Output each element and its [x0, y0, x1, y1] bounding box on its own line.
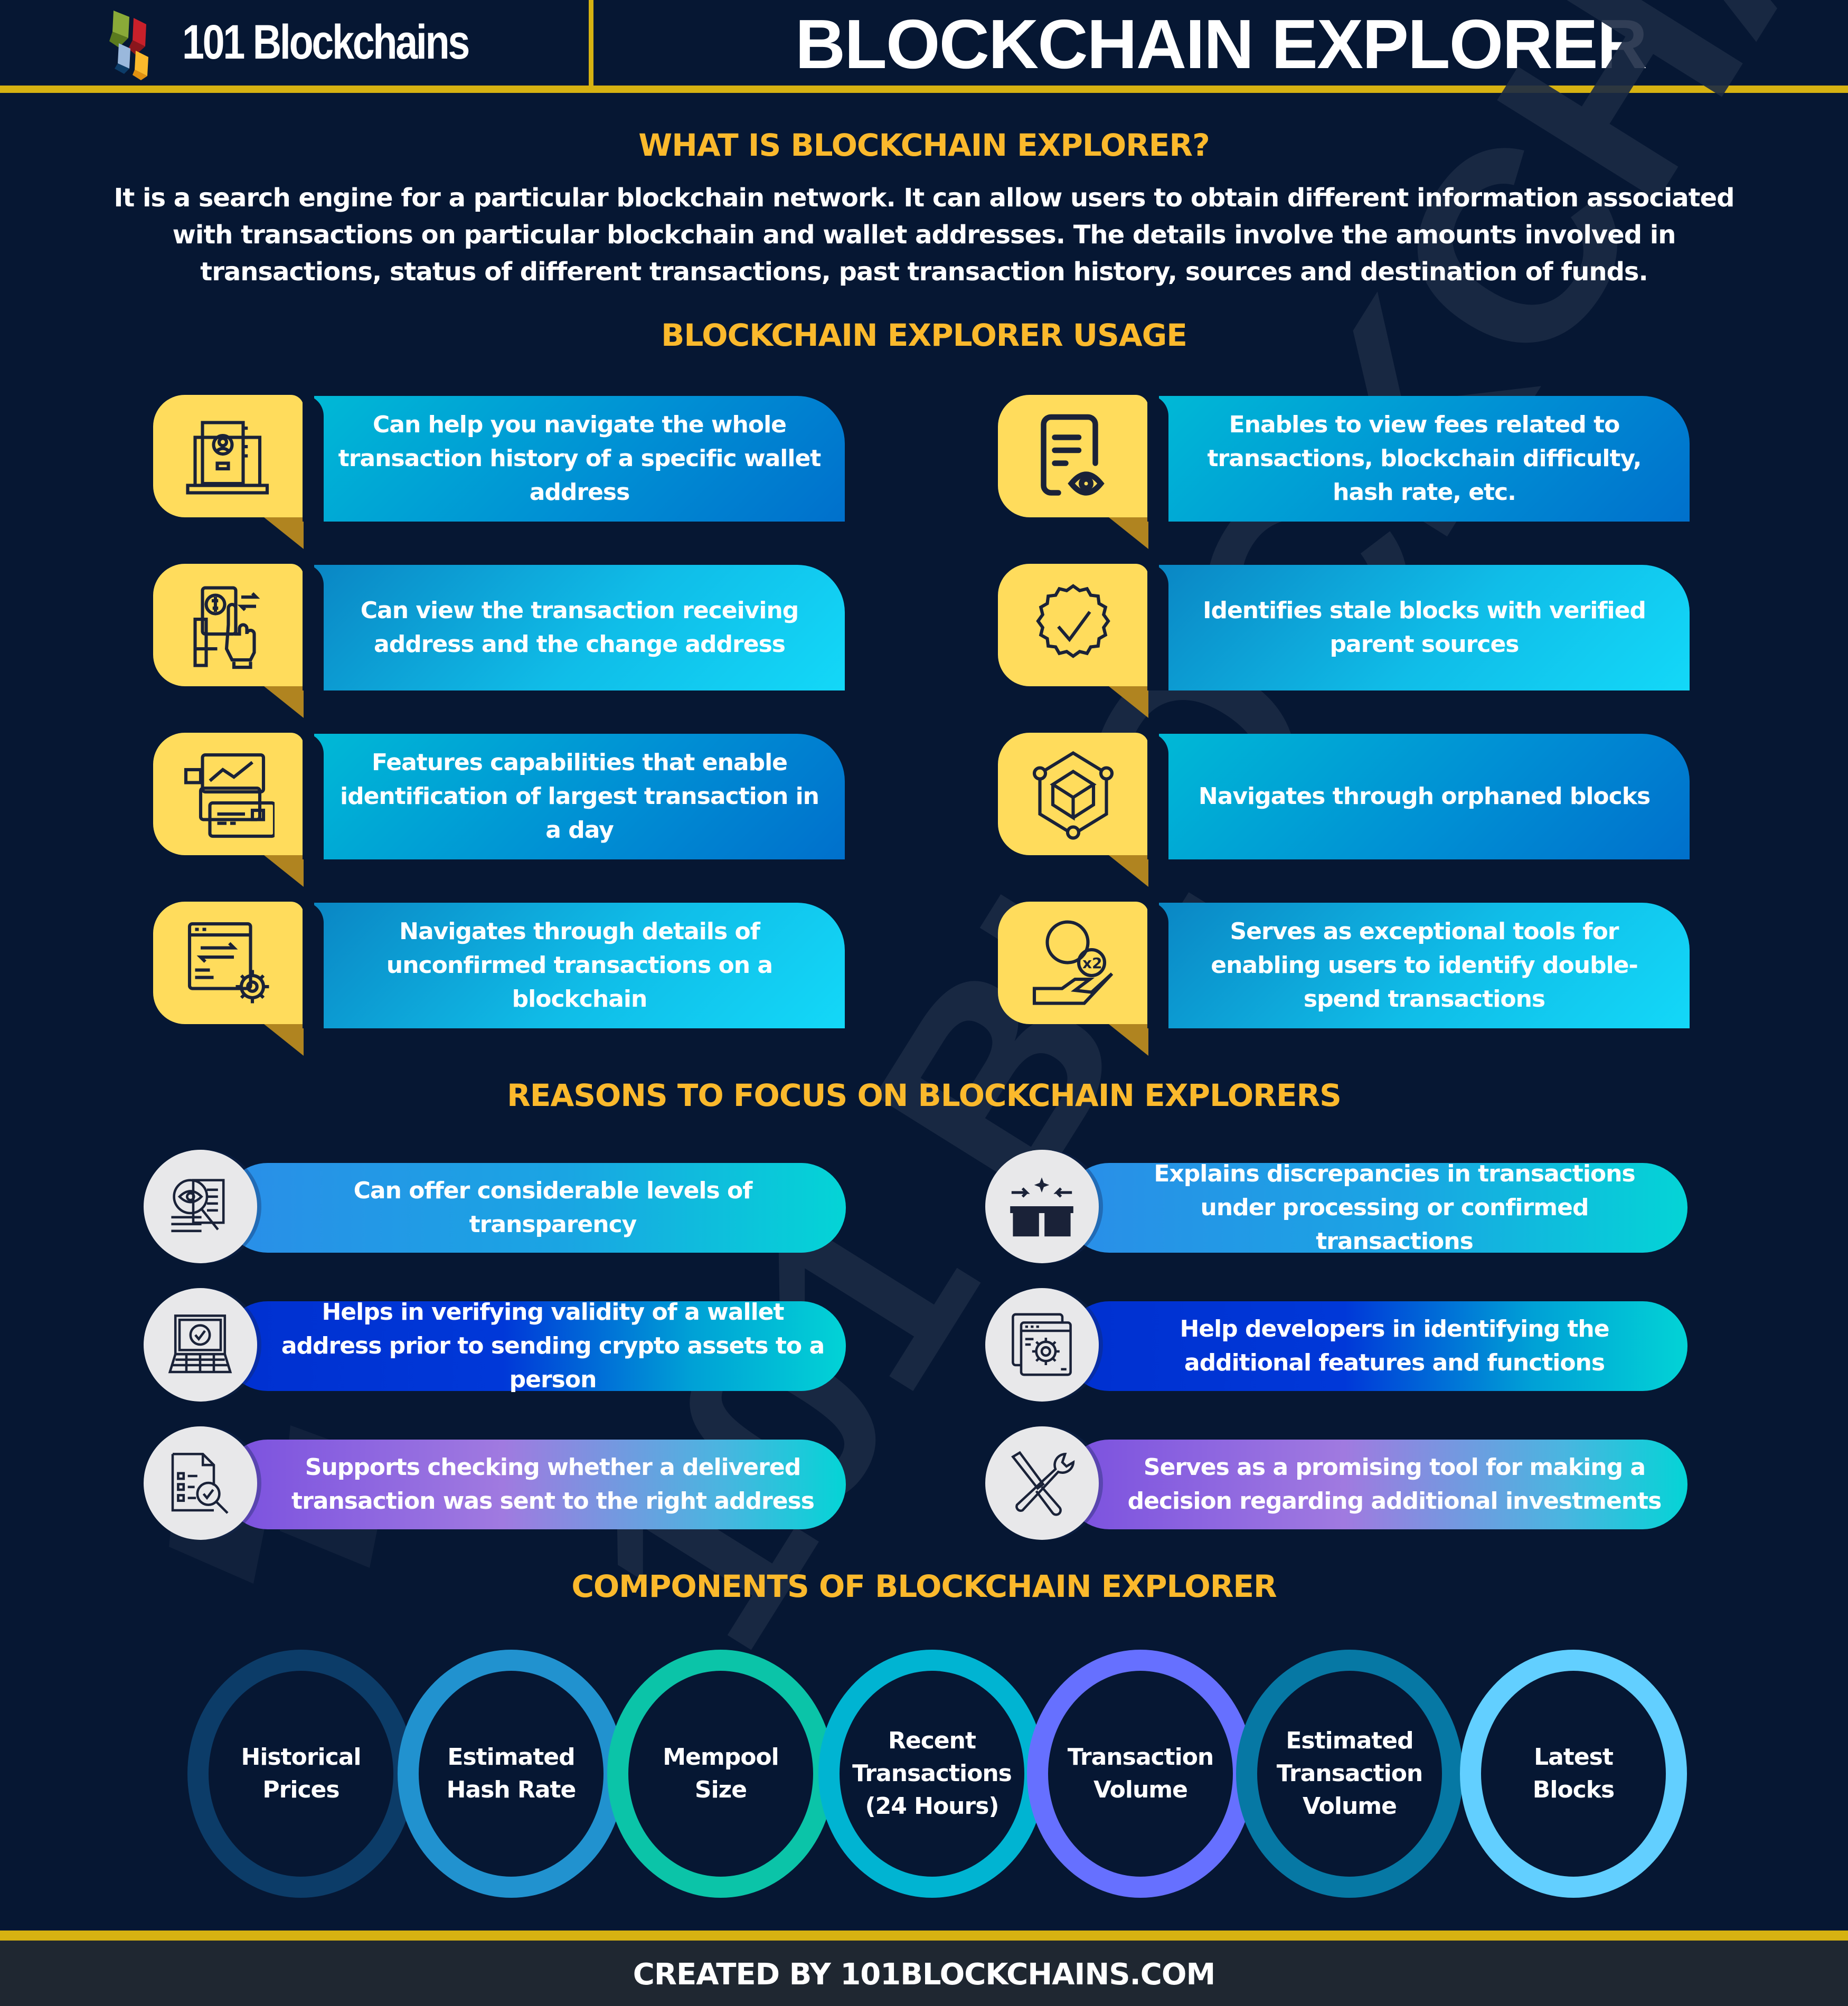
intro-heading: WHAT IS BLOCKCHAIN EXPLORER? [638, 127, 1210, 163]
usage-card: Navigates through orphaned blocks [998, 733, 1695, 887]
component-label: Estimated Hash Rate [446, 1744, 577, 1803]
reason-item: Helps in verifying validity of a wallet … [144, 1288, 856, 1404]
tile-tail [264, 855, 304, 887]
tile-tail [1109, 517, 1148, 549]
usage-heading: BLOCKCHAIN EXPLORER USAGE [661, 317, 1187, 353]
icon-circle [985, 1426, 1099, 1540]
icon-circle [144, 1426, 257, 1540]
reason-item: Can offer considerable levels of transpa… [144, 1150, 856, 1266]
logo-cubes-icon [103, 6, 177, 80]
icon-tile [153, 902, 304, 1024]
icon-circle [985, 1288, 1099, 1402]
magnifier-eye-document-icon [171, 1179, 225, 1233]
usage-text: Identifies stale blocks with verified pa… [1147, 564, 1690, 690]
footer-rule [0, 1931, 1848, 1941]
reason-item: Help developers in identifying the addit… [985, 1288, 1698, 1404]
reason-text: Can offer considerable levels of transpa… [223, 1163, 846, 1253]
footer-credit: CREATED BY 101BLOCKCHAINS.COM [633, 1957, 1215, 1992]
usage-text: Navigates through orphaned blocks [1147, 733, 1690, 859]
component-label: Transaction Volume [1067, 1744, 1214, 1803]
component-ring: Transaction Volume [1027, 1650, 1254, 1898]
usage-text: Serves as exceptional tools for enabling… [1147, 902, 1690, 1028]
component-label: Mempool Size [663, 1744, 779, 1803]
wrench-screwdriver-icon [1011, 1451, 1075, 1516]
laptop-check-icon [168, 1314, 232, 1374]
usage-card: Can view the transaction receiving addre… [153, 564, 850, 718]
cards-chart-icon [184, 753, 275, 838]
component-ring: Mempool Size [607, 1650, 834, 1898]
browser-gear-icon [1012, 1313, 1072, 1376]
component-ring: Historical Prices [187, 1650, 414, 1898]
icon-tile [153, 564, 304, 686]
reason-text: Helps in verifying validity of a wallet … [223, 1299, 846, 1393]
intro-text: It is a search engine for a particular b… [114, 183, 1734, 287]
usage-card: Features capabilities that enable identi… [153, 733, 850, 887]
tile-tail [1109, 686, 1148, 718]
logo-text: 101 Blockchains [182, 15, 470, 69]
icon-tile [998, 733, 1148, 855]
reason-text: Supports checking whether a delivered tr… [223, 1440, 846, 1529]
boxes-merge-icon [1010, 1177, 1073, 1237]
screen-gear-transfer-icon [187, 922, 269, 1004]
reason-text: Serves as a promising tool for making a … [1064, 1440, 1687, 1529]
tile-tail [1109, 855, 1148, 887]
components-heading: COMPONENTS OF BLOCKCHAIN EXPLORER [571, 1568, 1277, 1604]
tile-tail [1109, 1024, 1148, 1056]
usage-text: Can view the transaction receiving addre… [303, 564, 845, 690]
block-network-icon [1032, 751, 1114, 840]
usage-text: Features capabilities that enable identi… [303, 733, 845, 859]
verified-badge-icon [1036, 584, 1110, 658]
component-ring: Estimated Transaction Volume [1236, 1650, 1463, 1898]
icon-tile: x2 [998, 902, 1148, 1024]
usage-card: Identifies stale blocks with verified pa… [998, 564, 1695, 718]
checklist-magnifier-icon [171, 1453, 229, 1514]
usage-text: Navigates through details of unconfirmed… [303, 902, 845, 1028]
usage-text: Can help you navigate the whole transact… [303, 395, 845, 522]
reason-text: Explains discrepancies in transactions u… [1064, 1160, 1687, 1255]
reason-item: Supports checking whether a delivered tr… [144, 1426, 856, 1543]
icon-tile [153, 395, 304, 517]
usage-text: Enables to view fees related to transact… [1147, 395, 1690, 522]
component-ring: Recent Transactions (24 Hours) [818, 1650, 1045, 1898]
header-divider [589, 0, 593, 89]
usage-card: Can help you navigate the whole transact… [153, 395, 850, 549]
usage-card: x2 Serves as exceptional tools for enabl… [998, 902, 1695, 1056]
component-label: Latest Blocks [1532, 1744, 1615, 1803]
component-label: Recent Transactions (24 Hours) [852, 1727, 1012, 1820]
svg-text:x2: x2 [1082, 954, 1102, 972]
document-eye-icon [1041, 414, 1105, 496]
usage-card: Enables to view fees related to transact… [998, 395, 1695, 549]
component-ring: Estimated Hash Rate [398, 1650, 625, 1898]
icon-tile [998, 564, 1148, 686]
icon-tile [998, 395, 1148, 517]
icon-circle [985, 1150, 1099, 1263]
tile-tail [264, 1024, 304, 1056]
icon-circle [144, 1288, 257, 1402]
tile-tail [264, 517, 304, 549]
component-label: Estimated Transaction Volume [1276, 1727, 1423, 1820]
icon-circle [144, 1150, 257, 1263]
laptop-profile-icon [186, 421, 269, 495]
reason-text: Help developers in identifying the addit… [1064, 1301, 1687, 1391]
usage-card: Navigates through details of unconfirmed… [153, 902, 850, 1056]
hand-coins-x2-icon: x2 [1032, 920, 1114, 1005]
component-ring: Latest Blocks [1460, 1650, 1687, 1898]
icon-tile [153, 733, 304, 855]
reasons-heading: REASONS TO FOCUS ON BLOCKCHAIN EXPLORERS [507, 1077, 1342, 1113]
component-label: Historical Prices [241, 1744, 362, 1803]
hand-dollar-transfer-icon [193, 586, 260, 669]
tile-tail [264, 686, 304, 718]
reason-item: Serves as a promising tool for making a … [985, 1426, 1698, 1543]
reason-item: Explains discrepancies in transactions u… [985, 1150, 1698, 1266]
